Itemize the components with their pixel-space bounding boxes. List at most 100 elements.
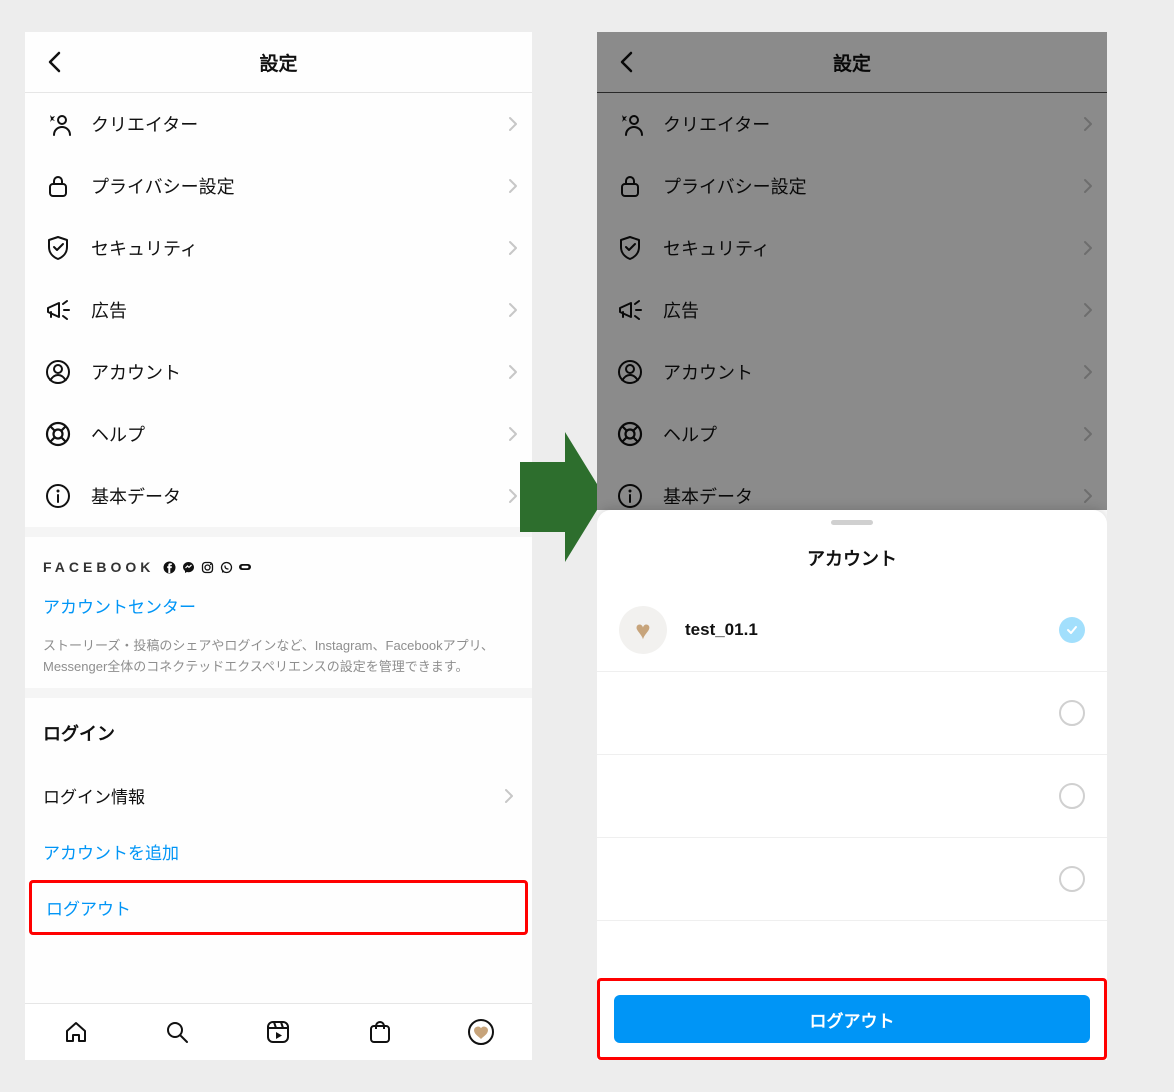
settings-item-label: アカウント	[663, 359, 1083, 385]
settings-item-creator[interactable]: クリエイター	[25, 93, 532, 155]
account-row[interactable]	[597, 838, 1107, 921]
oculus-icon	[238, 560, 252, 574]
checkbox-empty[interactable]	[1059, 700, 1085, 726]
settings-item-account[interactable]: アカウント	[597, 341, 1107, 403]
account-list: ♥ test_01.1	[597, 589, 1107, 978]
shop-icon	[367, 1019, 393, 1045]
highlight-box-logout-button: ログアウト	[597, 978, 1107, 1060]
settings-item-label: 基本データ	[91, 483, 508, 509]
settings-item-label: アカウント	[91, 359, 508, 385]
facebook-app-icons	[162, 560, 252, 574]
tab-profile[interactable]	[467, 1018, 495, 1046]
chevron-right-icon	[508, 116, 518, 132]
shield-icon	[615, 233, 645, 263]
chevron-left-icon	[619, 51, 633, 73]
messenger-icon	[181, 560, 195, 574]
star-person-icon	[615, 109, 645, 139]
account-icon	[43, 357, 73, 387]
facebook-icon	[162, 560, 176, 574]
account-row[interactable]: ♥ test_01.1	[597, 589, 1107, 672]
login-info-row[interactable]: ログイン情報	[43, 772, 514, 820]
page-title: 設定	[597, 49, 1107, 76]
settings-item-label: クリエイター	[663, 111, 1083, 137]
back-button[interactable]	[609, 45, 643, 79]
account-icon	[615, 357, 645, 387]
heart-icon: ♥	[635, 615, 650, 646]
header-bar: 設定	[25, 32, 532, 93]
chevron-right-icon	[1083, 364, 1093, 380]
chevron-right-icon	[1083, 116, 1093, 132]
star-person-icon	[43, 109, 73, 139]
sheet-grabber[interactable]	[831, 520, 873, 525]
tab-search[interactable]	[163, 1018, 191, 1046]
settings-item-help[interactable]: ヘルプ	[597, 403, 1107, 465]
account-center-link[interactable]: アカウントセンター	[43, 593, 514, 618]
chevron-right-icon	[1083, 302, 1093, 318]
home-icon	[63, 1019, 89, 1045]
instagram-icon	[200, 560, 214, 574]
login-info-label: ログイン情報	[43, 783, 504, 808]
chevron-right-icon	[1083, 240, 1093, 256]
reels-icon	[265, 1019, 291, 1045]
add-account-link[interactable]: アカウントを追加	[43, 828, 514, 876]
settings-list: クリエイター プライバシー設定 セキュリティ 広告 アカウント ヘルプ 基本デー…	[597, 93, 1107, 527]
settings-item-privacy[interactable]: プライバシー設定	[597, 155, 1107, 217]
account-center-description: ストーリーズ・投稿のシェアやログインなど、Instagram、Facebookア…	[43, 636, 514, 678]
settings-item-label: ヘルプ	[663, 421, 1083, 447]
highlight-box-logout: ログアウト	[29, 880, 528, 935]
settings-item-security[interactable]: セキュリティ	[25, 217, 532, 279]
left-phone-screen: 設定 クリエイター プライバシー設定	[25, 32, 532, 1060]
whatsapp-icon	[219, 560, 233, 574]
facebook-label: FACEBOOK	[43, 559, 154, 575]
sheet-title: アカウント	[597, 545, 1107, 571]
settings-item-account[interactable]: アカウント	[25, 341, 532, 403]
info-icon	[615, 481, 645, 511]
settings-list: クリエイター プライバシー設定 セキュリティ	[25, 93, 532, 527]
megaphone-icon	[615, 295, 645, 325]
back-button[interactable]	[37, 45, 71, 79]
avatar: ♥	[619, 606, 667, 654]
login-section-title: ログイン	[43, 720, 514, 746]
checkbox-empty[interactable]	[1059, 866, 1085, 892]
chevron-right-icon	[508, 364, 518, 380]
arrow-connector-icon	[520, 432, 605, 562]
chevron-right-icon	[508, 240, 518, 256]
lock-icon	[615, 171, 645, 201]
account-row[interactable]	[597, 755, 1107, 838]
right-phone-screen: 設定 クリエイター プライバシー設定 セキュリティ 広告 アカウント ヘルプ 基…	[597, 32, 1107, 1060]
settings-item-info[interactable]: 基本データ	[25, 465, 532, 527]
facebook-section: FACEBOOK アカウントセンター ストーリーズ・投稿のシェアやログインなど、…	[25, 527, 532, 688]
settings-item-creator[interactable]: クリエイター	[597, 93, 1107, 155]
tab-reels[interactable]	[264, 1018, 292, 1046]
chevron-right-icon	[1083, 426, 1093, 442]
tab-home[interactable]	[62, 1018, 90, 1046]
settings-item-label: セキュリティ	[91, 235, 508, 261]
login-section: ログイン ログイン情報 アカウントを追加 ログアウト	[25, 688, 532, 935]
search-icon	[164, 1019, 190, 1045]
tab-bar	[25, 1003, 532, 1060]
settings-item-label: プライバシー設定	[663, 173, 1083, 199]
info-icon	[43, 481, 73, 511]
settings-item-ads[interactable]: 広告	[597, 279, 1107, 341]
settings-item-label: クリエイター	[91, 111, 508, 137]
settings-item-privacy[interactable]: プライバシー設定	[25, 155, 532, 217]
profile-avatar-icon	[467, 1018, 495, 1046]
chevron-right-icon	[1083, 488, 1093, 504]
megaphone-icon	[43, 295, 73, 325]
settings-item-ads[interactable]: 広告	[25, 279, 532, 341]
logout-link[interactable]: ログアウト	[46, 895, 511, 920]
account-row[interactable]	[597, 672, 1107, 755]
chevron-right-icon	[508, 302, 518, 318]
page-title: 設定	[25, 49, 532, 76]
account-bottom-sheet: アカウント ♥ test_01.1	[597, 510, 1107, 1060]
help-icon	[615, 419, 645, 449]
chevron-right-icon	[508, 178, 518, 194]
settings-item-security[interactable]: セキュリティ	[597, 217, 1107, 279]
logout-button[interactable]: ログアウト	[614, 995, 1090, 1043]
chevron-right-icon	[508, 426, 518, 442]
tab-shop[interactable]	[366, 1018, 394, 1046]
checkmark-selected-icon[interactable]	[1059, 617, 1085, 643]
header-bar: 設定	[597, 32, 1107, 93]
checkbox-empty[interactable]	[1059, 783, 1085, 809]
settings-item-help[interactable]: ヘルプ	[25, 403, 532, 465]
